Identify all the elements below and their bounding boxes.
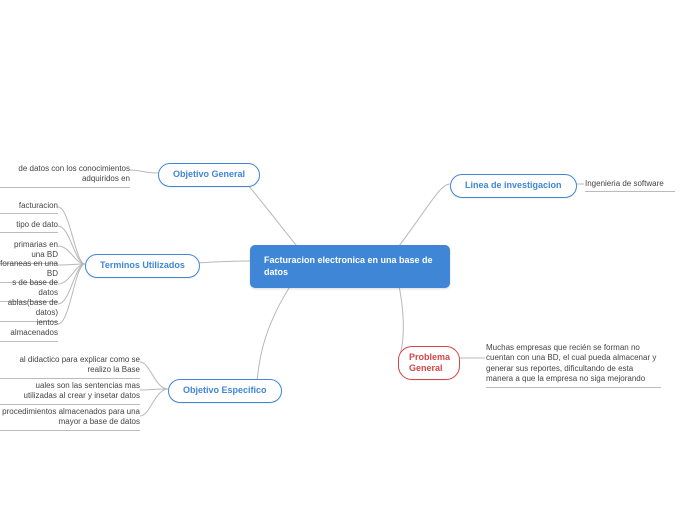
center-title: Facturacion electronica en una base de d… <box>264 255 433 277</box>
leaf-t7[interactable]: ientos almacenados <box>0 318 58 342</box>
leaf-oe1[interactable]: al didactico para explicar como se reali… <box>0 355 140 379</box>
branch-terminos[interactable]: Terminos Utilizados <box>85 254 200 278</box>
branch-label: Linea de investigacion <box>465 180 562 190</box>
leaf-oe2[interactable]: uales son las sentencias mas utilizadas … <box>0 381 140 405</box>
branch-label: Objetivo General <box>173 169 245 179</box>
leaf-t1[interactable]: facturacion <box>0 201 58 214</box>
branch-label: Objetivo Especifico <box>183 385 267 395</box>
center-node[interactable]: Facturacion electronica en una base de d… <box>250 245 450 288</box>
branch-problema[interactable]: Problema General <box>398 346 460 380</box>
branch-objetivo-especifico[interactable]: Objetivo Especifico <box>168 379 282 403</box>
leaf-oe3[interactable]: procedimientos almacenados para una mayo… <box>0 407 140 431</box>
branch-label: Problema General <box>409 352 450 373</box>
branch-objetivo-general[interactable]: Objetivo General <box>158 163 260 187</box>
leaf-og1[interactable]: de datos con los conocimientos adquirido… <box>0 164 130 188</box>
leaf-li1[interactable]: Ingenieria de software <box>585 179 675 192</box>
leaf-t2[interactable]: tipo de dato <box>0 220 58 233</box>
branch-linea[interactable]: Linea de investigacion <box>450 174 577 198</box>
leaf-pg1[interactable]: Muchas empresas que recién se forman no … <box>486 343 661 388</box>
branch-label: Terminos Utilizados <box>100 260 185 270</box>
